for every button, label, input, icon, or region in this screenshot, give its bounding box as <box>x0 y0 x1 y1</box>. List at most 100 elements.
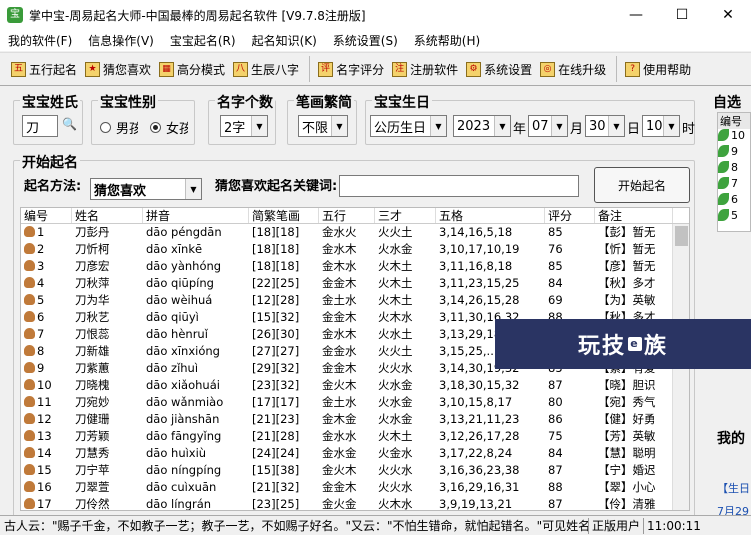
table-cell: 刀恨蕊 <box>72 326 143 343</box>
column-header[interactable]: 编号 <box>21 208 72 223</box>
bazi-icon: 八 <box>233 61 249 77</box>
table-cell: dāo wǎnmiào <box>143 394 249 411</box>
column-header[interactable]: 评分 <box>545 208 595 223</box>
table-row[interactable]: 16 刀翠萱 dāo cuìxuān [21][32] 金金木 火火水 3,16,29,16… <box>21 479 689 496</box>
keyword-input[interactable] <box>339 175 579 197</box>
cell-text: 84 <box>548 276 563 290</box>
online-upgrade-button[interactable]: ◎ 在线升级 <box>537 56 609 82</box>
table-row[interactable]: 17 刀伶然 dāo língrán [23][25] 金火金 火木水 3,9,19,13,… <box>21 496 689 511</box>
favorite-item[interactable]: 7 <box>718 177 750 193</box>
column-header[interactable]: 姓名 <box>72 208 143 223</box>
cell-text: 【秋】多才 <box>598 276 656 290</box>
column-header[interactable]: 五格 <box>436 208 545 223</box>
table-cell: dāo língrán <box>143 496 249 510</box>
help-button[interactable]: ? 使用帮助 <box>622 56 694 82</box>
table-cell: 金金木 <box>319 360 375 377</box>
title-bar: 宝 掌中宝-周易起名大师-中国最棒的周易起名软件 [V9.7.8注册版] — ☐… <box>0 0 751 30</box>
name-score-button[interactable]: 评名字评分 <box>315 56 387 82</box>
menu-my-software[interactable]: 我的软件(F) <box>0 32 80 49</box>
gender-female-radio[interactable]: 女孩 <box>150 118 188 137</box>
menu-info-ops[interactable]: 信息操作(V) <box>80 32 162 49</box>
cell-text: 金金木 <box>322 361 357 375</box>
guess-you-like-button[interactable]: ★ 猜您喜欢 <box>82 56 154 82</box>
cell-text: 3 <box>37 259 45 273</box>
table-row[interactable]: 12 刀健珊 dāo jiànshān [21][23] 金木金 火水金 3,13,21,1… <box>21 411 689 428</box>
cell-text: dāo xīnkē <box>146 242 203 256</box>
birthday-link[interactable]: 【生日 <box>717 480 750 496</box>
table-cell: 火水金 <box>375 394 436 411</box>
favorite-item[interactable]: 5 <box>718 209 750 225</box>
table-row[interactable]: 1 刀彭丹 dāo péngdān [18][18] 金水火 火火土 3,14,16,5,1… <box>21 224 689 241</box>
menu-system-help[interactable]: 系统帮助(H) <box>406 32 488 49</box>
table-cell: dāo níngpíng <box>143 462 249 479</box>
table-row[interactable]: 13 刀芳颖 dāo fāngyǐng [21][28] 金水水 火木土 3,12,26,1… <box>21 428 689 445</box>
minimize-button[interactable]: — <box>613 0 659 30</box>
cell-text: 火水金 <box>378 378 413 392</box>
search-icon[interactable]: 🔍 <box>62 117 77 131</box>
table-row[interactable]: 14 刀慧秀 dāo huìxiù [24][24] 金水金 火金水 3,17,22,8,2… <box>21 445 689 462</box>
cell-text: 金火木 <box>322 378 357 392</box>
register-button[interactable]: 注注册软件 <box>389 56 461 82</box>
bazi-button[interactable]: 八生辰八字 <box>230 56 302 82</box>
table-cell: 火水金 <box>375 377 436 394</box>
favorite-item[interactable]: 8 <box>718 161 750 177</box>
year-select[interactable]: 2023 ▼ <box>453 115 511 137</box>
favorites-panel: 自选 编号 10 9 8 7 6 5 我的 【生日 7月29 <box>713 88 751 515</box>
cell-text: 5 <box>37 293 45 307</box>
table-row[interactable]: 15 刀宁苹 dāo níngpíng [15][38] 金火木 火火水 3,16,36,2… <box>21 462 689 479</box>
favorite-item[interactable]: 9 <box>718 145 750 161</box>
table-row[interactable]: 4 刀秋萍 dāo qiūpíng [22][25] 金金木 火木土 3,11,23,15,… <box>21 275 689 292</box>
start-naming-button[interactable]: 开始起名 <box>594 167 690 203</box>
table-cell: 刀彦宏 <box>72 258 143 275</box>
name-count-select[interactable]: 2字 ▼ <box>220 115 268 137</box>
scrollbar-thumb[interactable] <box>675 226 688 246</box>
calendar-type-select[interactable]: 公历生日 ▼ <box>370 115 447 137</box>
table-cell: 刀新雄 <box>72 343 143 360</box>
table-cell: 11 <box>21 394 72 411</box>
cell-text: 火木水 <box>378 310 413 324</box>
table-row[interactable]: 2 刀忻柯 dāo xīnkē [18][18] 金水木 火水金 3,10,17,10,19… <box>21 241 689 258</box>
table-cell: 3,12,26,17,28 <box>436 428 545 445</box>
table-cell: 金木金 <box>319 411 375 428</box>
wuxing-naming-button[interactable]: 五五行起名 <box>8 56 80 82</box>
column-header[interactable]: 备注 <box>595 208 673 223</box>
cell-text: 17 <box>37 497 52 511</box>
column-header[interactable]: 简繁笔画 <box>249 208 319 223</box>
table-cell: 1 <box>21 224 72 241</box>
table-cell: 刀紫蕙 <box>72 360 143 377</box>
favorite-item[interactable]: 10 <box>718 129 750 145</box>
month-select[interactable]: 07 ▼ <box>528 115 568 137</box>
maximize-button[interactable]: ☐ <box>659 0 705 30</box>
cell-text: 火木土 <box>378 276 413 290</box>
table-cell: 金金水 <box>319 343 375 360</box>
hour-select[interactable]: 10 ▼ <box>642 115 680 137</box>
menu-baby-naming[interactable]: 宝宝起名(R) <box>162 32 244 49</box>
stroke-select[interactable]: 不限 ▼ <box>298 115 348 137</box>
table-row[interactable]: 11 刀宛妙 dāo wǎnmiào [17][17] 金土水 火水金 3,10,15,8,… <box>21 394 689 411</box>
gender-male-radio[interactable]: 男孩 <box>100 118 138 137</box>
day-select[interactable]: 30 ▼ <box>585 115 625 137</box>
menu-naming-knowledge[interactable]: 起名知识(K) <box>244 32 325 49</box>
column-header[interactable]: 五行 <box>319 208 375 223</box>
table-cell: 10 <box>21 377 72 394</box>
favorite-item[interactable]: 6 <box>718 193 750 209</box>
table-row[interactable]: 3 刀彦宏 dāo yànhóng [18][18] 金木水 火木土 3,11,16,8,1… <box>21 258 689 275</box>
birthday-date-link[interactable]: 7月29 <box>717 503 749 515</box>
cell-text: 85 <box>548 259 563 273</box>
close-button[interactable]: ✕ <box>705 0 751 30</box>
cell-text: [12][28] <box>252 293 300 307</box>
cell-text: [18][18] <box>252 242 300 256</box>
table-row[interactable]: 10 刀晓槐 dāo xiǎohuái [23][32] 金火木 火水金 3,18,30,1… <box>21 377 689 394</box>
high-score-button[interactable]: ▦ 高分模式 <box>156 56 228 82</box>
settings-button[interactable]: ⚙ 系统设置 <box>463 56 535 82</box>
menu-system-settings[interactable]: 系统设置(S) <box>325 32 406 49</box>
table-cell: 【伶】清雅 <box>595 496 673 510</box>
column-header[interactable]: 三才 <box>375 208 436 223</box>
column-header[interactable]: 拼音 <box>143 208 249 223</box>
status-time: 11:00:11 <box>643 517 704 534</box>
leaf-icon <box>718 193 729 205</box>
table-row[interactable]: 5 刀为华 dāo wèihuá [12][28] 金土水 火木土 3,14,26,15,2… <box>21 292 689 309</box>
table-cell: 火火水 <box>375 479 436 496</box>
method-select[interactable]: 猜您喜欢 ▼ <box>90 178 202 200</box>
surname-input[interactable]: 刀 <box>22 115 58 137</box>
